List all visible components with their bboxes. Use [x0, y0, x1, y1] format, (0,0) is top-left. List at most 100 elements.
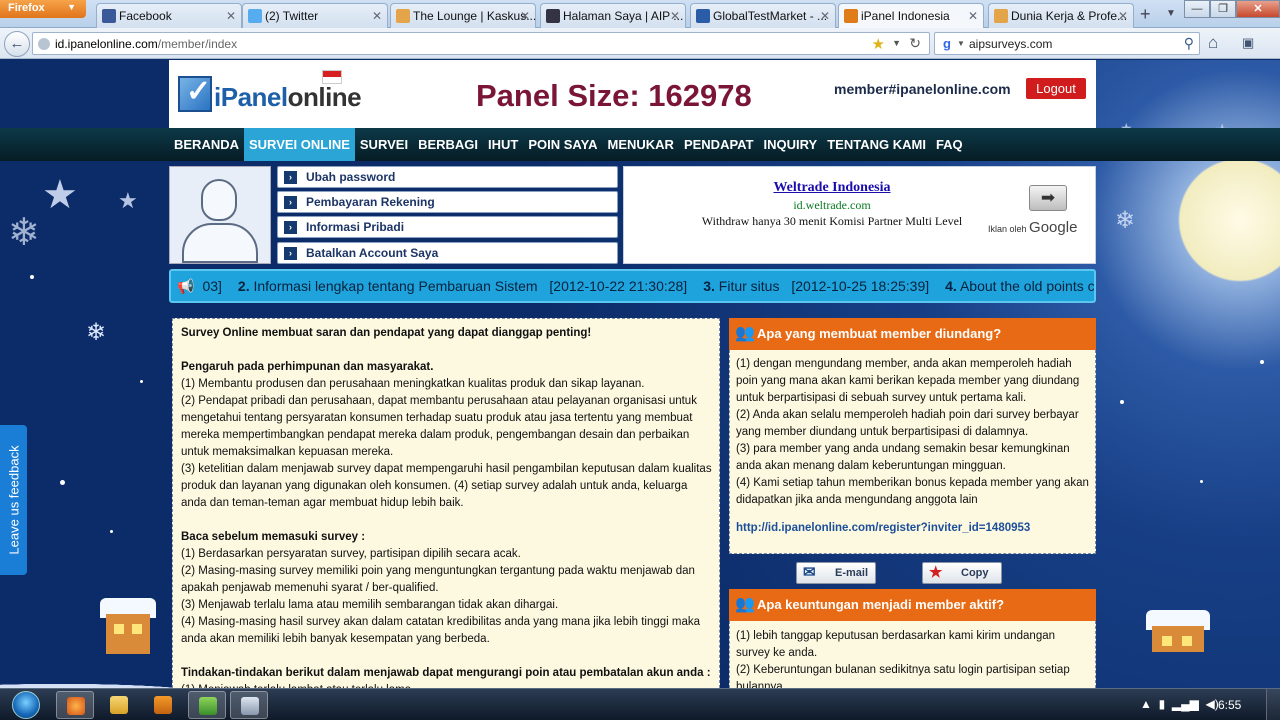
url-history-dropdown-icon[interactable]: ▼	[892, 38, 901, 48]
ad-attribution[interactable]: Iklan oleh Google	[988, 219, 1077, 236]
bookmarks-menu-icon[interactable]: ▣	[1242, 35, 1254, 51]
ticker-item[interactable]: 03]	[202, 278, 229, 294]
people-icon: 👥	[735, 596, 755, 613]
close-tab-icon[interactable]: ✕	[820, 9, 830, 23]
new-tab-icon[interactable]: +	[1140, 4, 1151, 25]
ticker-item[interactable]: 4. About the old points conversi	[945, 278, 1094, 294]
battery-icon[interactable]: ▮	[1159, 697, 1166, 711]
back-button[interactable]: ←	[4, 31, 30, 57]
favicon-icon	[546, 9, 560, 23]
people-icon: 👥	[735, 325, 755, 342]
chevron-down-icon[interactable]: ▼	[957, 39, 965, 48]
nav-item-beranda[interactable]: BERANDA	[169, 128, 244, 161]
nav-item-menukar[interactable]: MENUKAR	[603, 128, 679, 161]
chevron-down-icon: ▼	[67, 2, 76, 12]
feedback-tab[interactable]: Leave us feedback	[0, 425, 27, 575]
close-tab-icon[interactable]: ✕	[1118, 9, 1128, 23]
close-tab-icon[interactable]: ✕	[670, 9, 680, 23]
maximize-window-button[interactable]: ❐	[1210, 0, 1236, 18]
copy-link-label: Copy	[961, 567, 989, 579]
browser-tab[interactable]: GlobalTestMarket - ... ✕	[690, 3, 836, 28]
reload-icon[interactable]: ↻	[909, 35, 921, 52]
ticker-item[interactable]: 3. Fitur situs [2012-10-25 18:25:39]	[703, 278, 937, 294]
nav-item-ihut[interactable]: IHUT	[483, 128, 523, 161]
avatar	[169, 166, 271, 264]
ipanelonline-logo[interactable]: iPanelonline	[178, 70, 362, 116]
ad-url: id.weltrade.com	[793, 198, 871, 212]
browser-tab[interactable]: iPanel Indonesia ✕	[838, 3, 984, 28]
taskbar-media-player[interactable]	[144, 691, 182, 719]
snowflake-icon: ❄	[1115, 207, 1136, 234]
copy-link-button[interactable]: ★ Copy	[922, 562, 1002, 584]
browser-tab[interactable]: Dunia Kerja & Profe... ✕	[988, 3, 1134, 28]
minimize-window-button[interactable]: —	[1184, 0, 1210, 18]
favicon-icon	[248, 9, 262, 23]
nav-item-survei[interactable]: SURVEI	[355, 128, 413, 161]
favicon-icon	[844, 9, 858, 23]
taskbar-clock[interactable]: 6:55	[1218, 698, 1241, 712]
arrow-right-icon[interactable]: ➡	[1029, 185, 1067, 211]
taskbar-messenger[interactable]	[188, 691, 226, 719]
browser-tab[interactable]: The Lounge | Kaskus... ✕	[390, 3, 536, 28]
email-share-button[interactable]: ✉ E-mail	[796, 562, 876, 584]
account-link[interactable]: › Pembayaran Rekening	[277, 191, 618, 213]
browser-tab[interactable]: Halaman Saya | AIP ... ✕	[540, 3, 686, 28]
content-paragraph: (4) Masing-masing hasil survey akan dala…	[181, 616, 701, 645]
chevron-right-icon: ›	[284, 196, 297, 209]
search-bar[interactable]: g ▼ aipsurveys.com ⚲	[934, 32, 1200, 55]
close-window-button[interactable]: ✕	[1236, 0, 1280, 18]
start-button[interactable]	[2, 689, 52, 720]
browser-tab[interactable]: Facebook ✕	[96, 3, 242, 28]
nav-item-tentang-kami[interactable]: TENTANG KAMI	[822, 128, 931, 161]
firefox-icon	[67, 697, 85, 715]
google-ad[interactable]: Weltrade Indonesia id.weltrade.com Withd…	[623, 166, 1096, 264]
network-icon[interactable]: ▂▄▆	[1172, 697, 1199, 711]
nav-item-survei-online[interactable]: SURVEI ONLINE	[244, 128, 355, 161]
taskbar-firefox[interactable]	[56, 691, 94, 719]
browser-tab-strip: Firefox ▼ Facebook ✕ (2) Twitter ✕ The Loung…	[0, 0, 1280, 28]
google-search-engine-icon[interactable]: g	[939, 36, 955, 52]
ticker-item[interactable]: 2. Informasi lengkap tentang Pembaruan S…	[238, 278, 695, 294]
search-icon[interactable]: ⚲	[1184, 35, 1194, 52]
browser-tab[interactable]: (2) Twitter ✕	[242, 3, 388, 28]
system-tray[interactable]: ▲ ▮ ▂▄▆ ◀)	[1140, 697, 1219, 711]
snowflake-icon: ❄	[8, 212, 40, 254]
site-identity-icon[interactable]	[38, 38, 50, 50]
account-link-label: Pembayaran Rekening	[306, 195, 435, 209]
close-tab-icon[interactable]: ✕	[372, 9, 382, 23]
search-input[interactable]: aipsurveys.com	[969, 37, 1052, 51]
content-paragraph	[181, 648, 713, 665]
taskbar-app[interactable]	[230, 691, 268, 719]
account-link[interactable]: › Informasi Pribadi	[277, 216, 618, 238]
nav-item-faq[interactable]: FAQ	[931, 128, 968, 161]
nav-item-inquiry[interactable]: INQUIRY	[759, 128, 823, 161]
logout-button[interactable]: Logout	[1026, 78, 1086, 99]
volume-icon[interactable]: ◀)	[1205, 697, 1218, 711]
url-bar[interactable]: id.ipanelonline.com/member/index ★ ▼ ↻	[32, 32, 930, 55]
ad-title-link[interactable]: Weltrade Indonesia	[624, 180, 1040, 196]
content-paragraph	[181, 342, 713, 359]
tab-list-dropdown-icon[interactable]: ▼	[1166, 8, 1176, 19]
taskbar-explorer[interactable]	[100, 691, 138, 719]
favicon-icon	[994, 9, 1008, 23]
nav-item-berbagi[interactable]: BERBAGI	[413, 128, 483, 161]
panel-size: Panel Size: 162978	[476, 78, 752, 114]
close-tab-icon[interactable]: ✕	[226, 9, 236, 23]
show-hidden-icons[interactable]: ▲	[1140, 697, 1152, 711]
indonesia-flag-icon[interactable]	[322, 70, 342, 84]
nav-item-pendapat[interactable]: PENDAPAT	[679, 128, 759, 161]
ticker-number: 3.	[703, 278, 715, 294]
account-link[interactable]: › Ubah password	[277, 166, 618, 188]
invite-link[interactable]: http://id.ipanelonline.com/register?invi…	[736, 520, 1089, 537]
bookmark-star-icon[interactable]: ★	[872, 35, 885, 53]
home-icon[interactable]: ⌂	[1208, 33, 1218, 53]
active-benefit-item: (1) lebih tanggap keputusan berdasarkan …	[736, 630, 1056, 659]
account-link[interactable]: › Batalkan Account Saya	[277, 242, 618, 264]
show-desktop-button[interactable]	[1266, 689, 1280, 720]
active-member-panel-header: 👥 Apa keuntungan menjadi member aktif?	[729, 589, 1096, 621]
panel-size-label: Panel Size:	[476, 78, 649, 113]
close-tab-icon[interactable]: ✕	[968, 9, 978, 23]
close-tab-icon[interactable]: ✕	[520, 9, 530, 23]
nav-item-poin-saya[interactable]: POIN SAYA	[523, 128, 602, 161]
firefox-menu-button[interactable]: Firefox ▼	[0, 0, 86, 18]
